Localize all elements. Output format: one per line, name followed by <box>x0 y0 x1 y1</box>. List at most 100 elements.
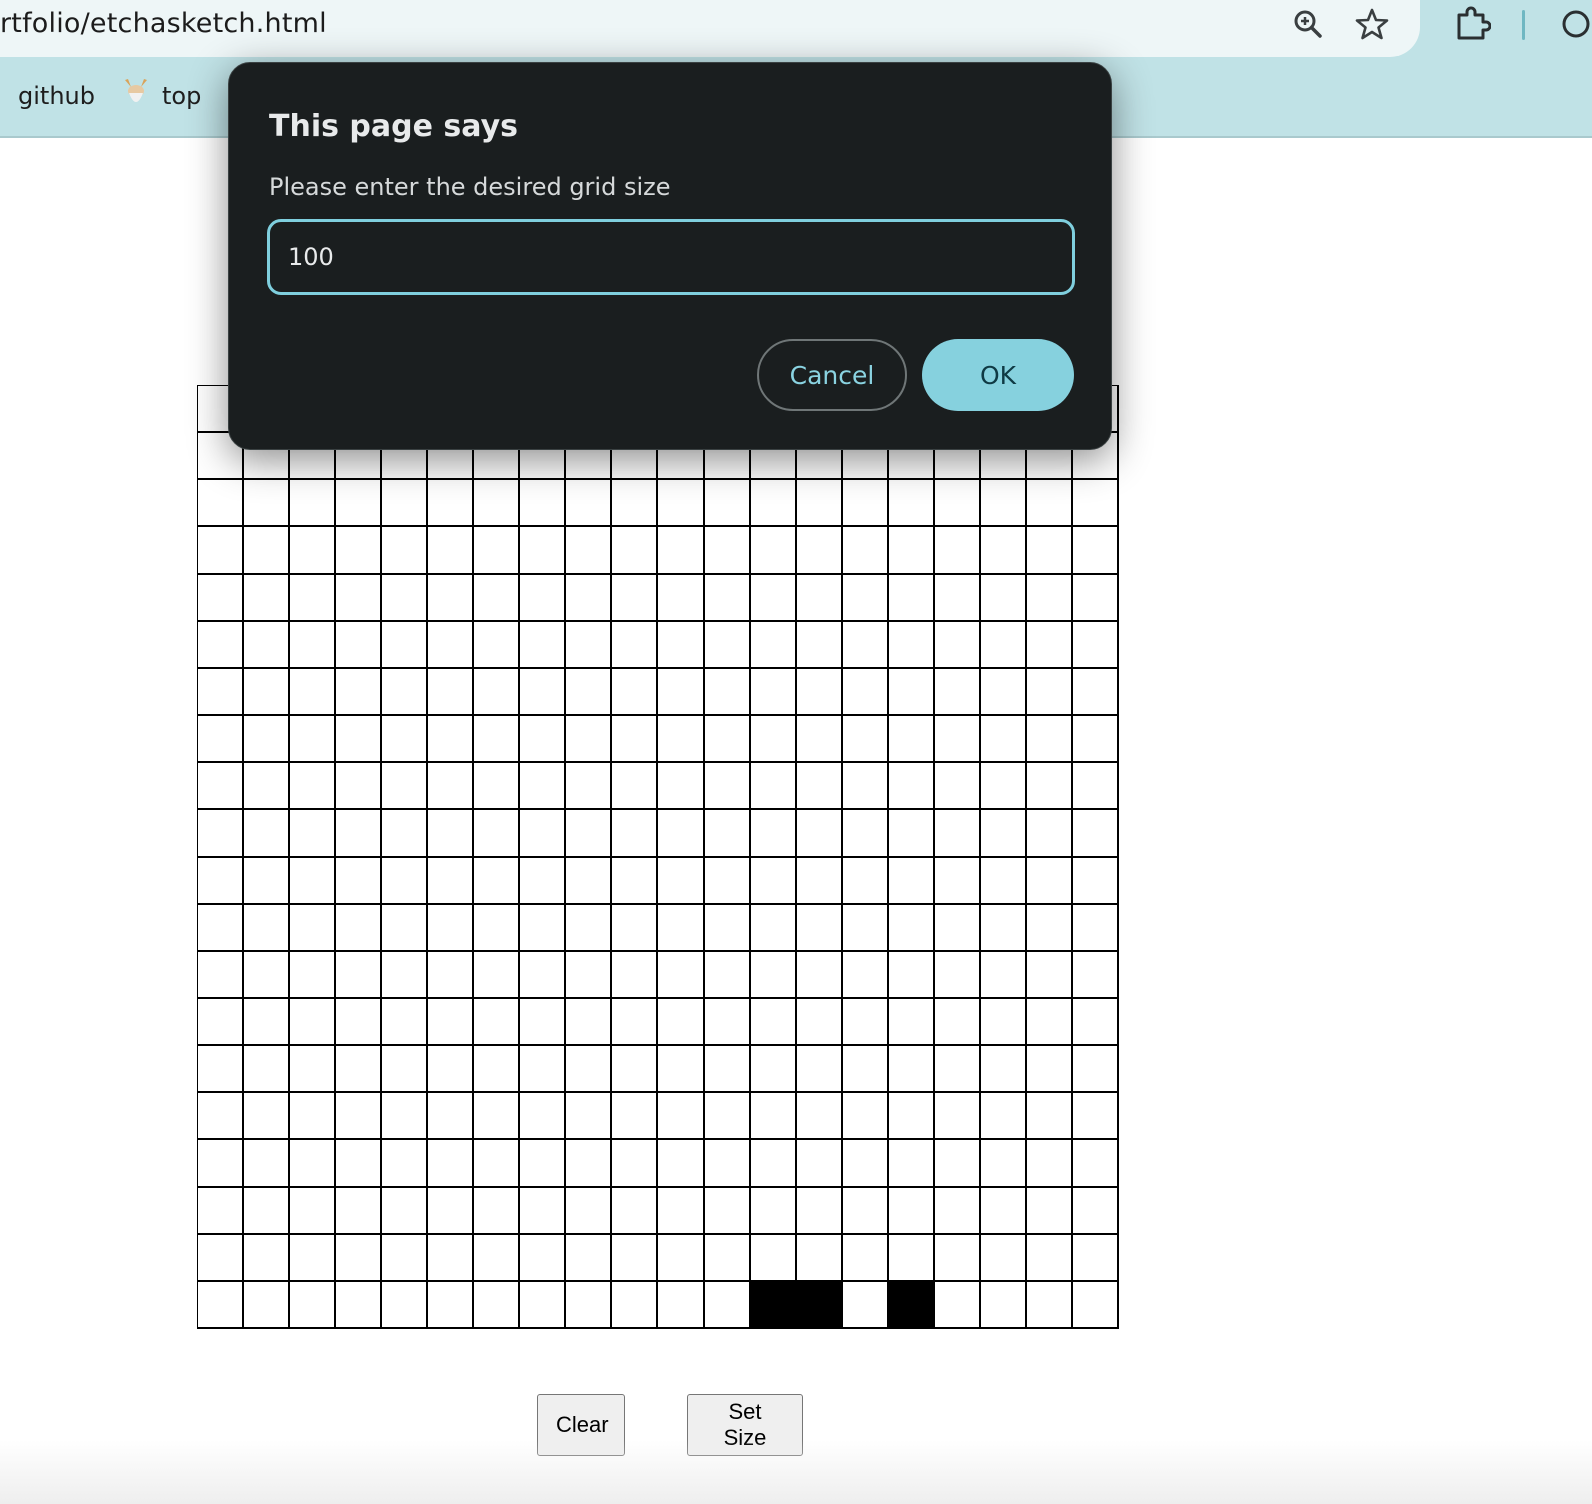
grid-cell[interactable] <box>888 527 935 575</box>
grid-cell[interactable] <box>428 1187 475 1235</box>
grid-cell[interactable] <box>244 1140 291 1188</box>
grid-cell[interactable] <box>704 480 751 528</box>
grid-cell[interactable] <box>566 998 613 1047</box>
grid-cell[interactable] <box>750 810 797 858</box>
grid-cell[interactable] <box>566 1234 613 1282</box>
grid-cell[interactable] <box>198 716 245 764</box>
grid-cell[interactable] <box>1072 1234 1119 1282</box>
grid-cell[interactable] <box>658 1187 705 1235</box>
grid-cell[interactable] <box>198 1046 245 1094</box>
grid-cell[interactable] <box>934 904 981 952</box>
grid-cell[interactable] <box>704 810 751 858</box>
profile-icon[interactable] <box>1556 4 1592 44</box>
grid-cell[interactable] <box>198 1093 245 1141</box>
grid-cell[interactable] <box>198 951 245 999</box>
grid-cell[interactable] <box>842 668 889 717</box>
grid-cell[interactable] <box>612 810 659 858</box>
grid-cell[interactable] <box>888 810 935 858</box>
grid-size-input[interactable] <box>267 219 1075 295</box>
grid-cell[interactable] <box>520 763 567 811</box>
grid-cell[interactable] <box>934 763 981 811</box>
grid-cell[interactable] <box>842 998 889 1047</box>
grid-cell[interactable] <box>934 574 981 622</box>
grid-cell[interactable] <box>980 810 1027 858</box>
grid-cell[interactable] <box>704 1281 751 1329</box>
grid-cell[interactable] <box>520 951 567 999</box>
grid-cell[interactable] <box>612 763 659 811</box>
grid-cell[interactable] <box>796 1281 843 1329</box>
grid-cell[interactable] <box>474 716 521 764</box>
grid-cell[interactable] <box>842 527 889 575</box>
grid-cell[interactable] <box>336 998 383 1047</box>
grid-cell[interactable] <box>658 810 705 858</box>
grid-cell[interactable] <box>658 763 705 811</box>
grid-cell[interactable] <box>612 857 659 905</box>
grid-cell[interactable] <box>704 998 751 1047</box>
grid-cell[interactable] <box>290 527 337 575</box>
sketch-grid[interactable] <box>197 385 1119 1329</box>
grid-cell[interactable] <box>382 857 429 905</box>
grid-cell[interactable] <box>428 763 475 811</box>
grid-cell[interactable] <box>1072 810 1119 858</box>
grid-cell[interactable] <box>612 904 659 952</box>
grid-cell[interactable] <box>980 998 1027 1047</box>
grid-cell[interactable] <box>704 1046 751 1094</box>
grid-cell[interactable] <box>244 1187 291 1235</box>
grid-cell[interactable] <box>888 480 935 528</box>
grid-cell[interactable] <box>198 668 245 717</box>
grid-cell[interactable] <box>796 857 843 905</box>
grid-cell[interactable] <box>888 1093 935 1141</box>
grid-cell[interactable] <box>796 716 843 764</box>
grid-cell[interactable] <box>474 904 521 952</box>
grid-cell[interactable] <box>244 668 291 717</box>
grid-cell[interactable] <box>934 857 981 905</box>
grid-cell[interactable] <box>796 1187 843 1235</box>
url-text[interactable]: rtfolio/etchasketch.html <box>0 8 327 39</box>
address-bar[interactable]: rtfolio/etchasketch.html <box>0 0 1420 57</box>
grid-cell[interactable] <box>1072 904 1119 952</box>
grid-cell[interactable] <box>704 621 751 669</box>
grid-cell[interactable] <box>750 951 797 999</box>
grid-cell[interactable] <box>934 1187 981 1235</box>
grid-cell[interactable] <box>244 763 291 811</box>
grid-cell[interactable] <box>704 668 751 717</box>
grid-cell[interactable] <box>474 998 521 1047</box>
grid-cell[interactable] <box>428 480 475 528</box>
grid-cell[interactable] <box>474 527 521 575</box>
grid-cell[interactable] <box>198 1140 245 1188</box>
grid-cell[interactable] <box>842 1046 889 1094</box>
grid-cell[interactable] <box>750 668 797 717</box>
grid-cell[interactable] <box>658 951 705 999</box>
grid-cell[interactable] <box>612 998 659 1047</box>
grid-cell[interactable] <box>934 527 981 575</box>
grid-cell[interactable] <box>888 574 935 622</box>
grid-cell[interactable] <box>658 998 705 1047</box>
grid-cell[interactable] <box>750 574 797 622</box>
grid-cell[interactable] <box>796 904 843 952</box>
grid-cell[interactable] <box>1026 763 1073 811</box>
grid-cell[interactable] <box>612 951 659 999</box>
grid-cell[interactable] <box>198 998 245 1047</box>
grid-cell[interactable] <box>658 574 705 622</box>
zoom-magnifier-icon[interactable] <box>1290 6 1326 42</box>
grid-cell[interactable] <box>566 480 613 528</box>
grid-cell[interactable] <box>290 1093 337 1141</box>
grid-cell[interactable] <box>566 857 613 905</box>
grid-cell[interactable] <box>750 480 797 528</box>
grid-cell[interactable] <box>290 998 337 1047</box>
grid-cell[interactable] <box>750 621 797 669</box>
grid-cell[interactable] <box>566 621 613 669</box>
grid-cell[interactable] <box>1026 810 1073 858</box>
grid-cell[interactable] <box>796 1234 843 1282</box>
grid-cell[interactable] <box>336 1187 383 1235</box>
grid-cell[interactable] <box>612 716 659 764</box>
grid-cell[interactable] <box>796 763 843 811</box>
grid-cell[interactable] <box>842 1187 889 1235</box>
grid-cell[interactable] <box>612 527 659 575</box>
grid-cell[interactable] <box>290 1234 337 1282</box>
grid-cell[interactable] <box>842 1234 889 1282</box>
grid-cell[interactable] <box>980 574 1027 622</box>
grid-cell[interactable] <box>566 1187 613 1235</box>
grid-cell[interactable] <box>520 1281 567 1329</box>
grid-cell[interactable] <box>888 716 935 764</box>
